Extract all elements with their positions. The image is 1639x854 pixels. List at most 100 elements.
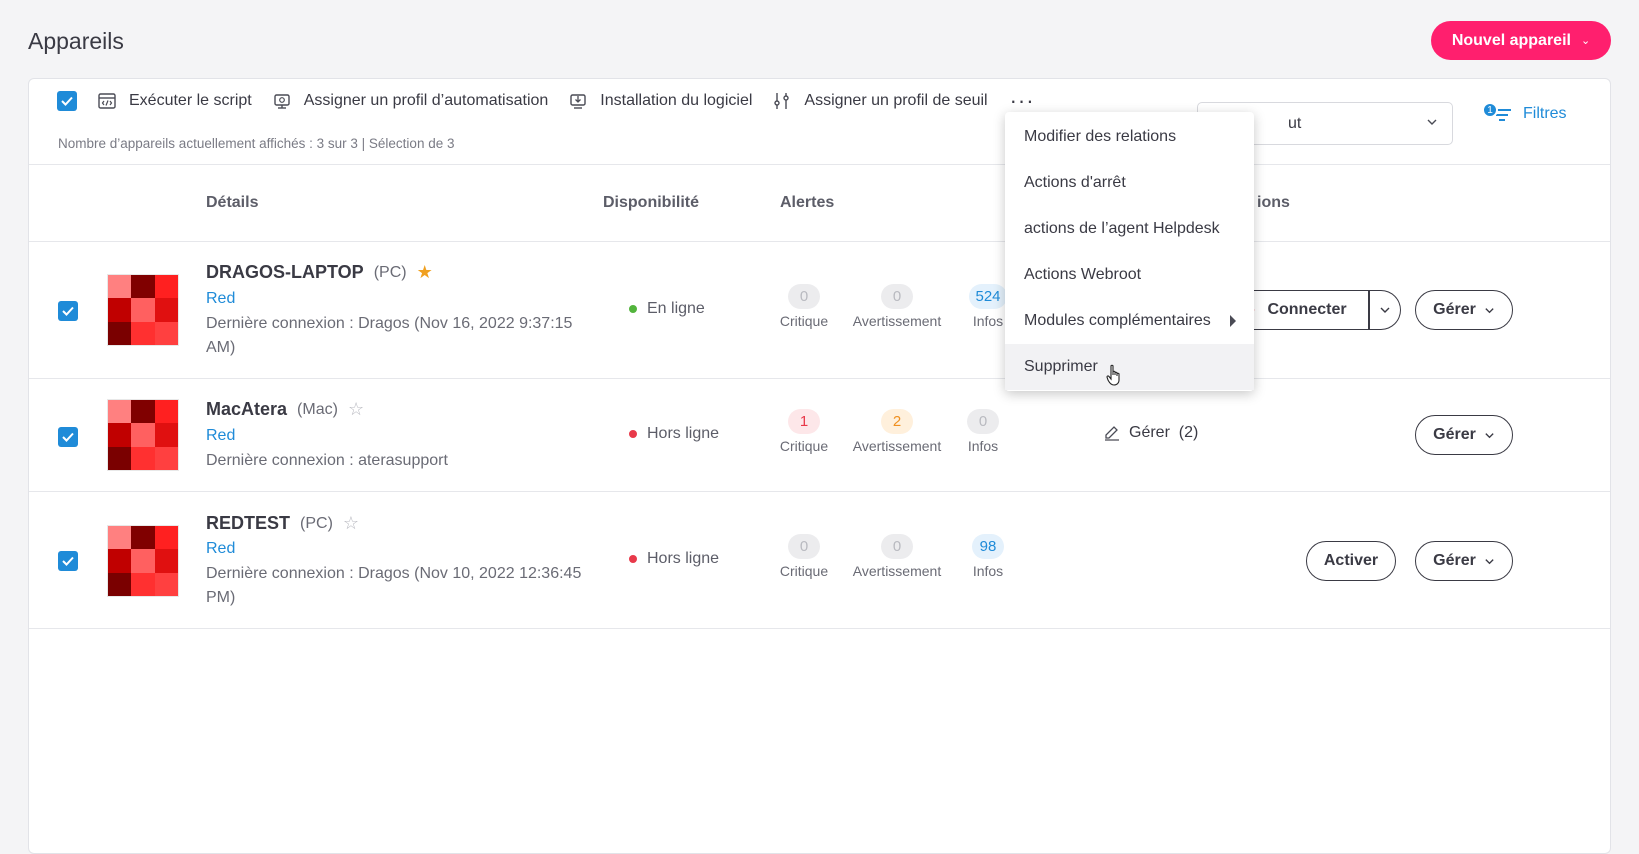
avatar-cell	[131, 321, 155, 345]
filters-count-badge: 1	[1482, 102, 1498, 118]
warning-count: 0	[881, 534, 913, 559]
assign-automation-profile-button[interactable]: Assigner un profil d’automatisation	[272, 91, 549, 111]
device-name-text: DRAGOS-LAPTOP	[206, 262, 364, 282]
device-name[interactable]: DRAGOS-LAPTOP (PC) ★	[206, 262, 433, 283]
table-row[interactable]: DRAGOS-LAPTOP (PC) ★ Red Dernière connex…	[29, 242, 1610, 379]
activate-button[interactable]: Activer	[1306, 541, 1396, 581]
column-header-availability: Disponibilité	[603, 194, 699, 211]
device-name[interactable]: REDTEST (PC) ☆	[206, 513, 359, 534]
chevron-down-icon	[1427, 119, 1437, 125]
device-group-link[interactable]: Red	[206, 290, 235, 308]
connect-label: Connecter	[1267, 301, 1347, 318]
avatar-cell	[108, 446, 132, 470]
warning-count: 0	[881, 284, 913, 309]
info-alerts[interactable]: 0 Infos	[957, 409, 1009, 454]
filters-button[interactable]: 1 Filtres	[1482, 102, 1567, 123]
avatar-cell	[131, 572, 155, 596]
run-script-button[interactable]: Exécuter le script	[97, 91, 252, 111]
more-actions-button[interactable]: ···	[1010, 90, 1035, 112]
divider	[29, 164, 1610, 165]
assign-threshold-profile-label: Assigner un profil de seuil	[804, 92, 988, 109]
device-os: (PC)	[373, 263, 407, 281]
run-script-label: Exécuter le script	[129, 92, 252, 109]
chevron-down-icon	[1380, 307, 1389, 313]
menu-item-addons-label: Modules complémentaires	[1024, 312, 1211, 329]
device-name[interactable]: MacAtera (Mac) ☆	[206, 399, 364, 420]
manage-button[interactable]: Gérer	[1415, 541, 1513, 581]
avatar-cell	[108, 400, 132, 424]
avatar-cell	[131, 275, 155, 299]
critical-count: 0	[788, 284, 820, 309]
script-icon	[98, 93, 116, 109]
info-label: Infos	[972, 563, 1004, 579]
select-all-checkbox[interactable]	[57, 91, 77, 111]
manage-label: Gérer	[1433, 552, 1476, 569]
menu-item-webroot-actions[interactable]: Actions Webroot	[1005, 252, 1254, 298]
activate-label: Activer	[1323, 552, 1379, 569]
avatar-cell	[108, 572, 132, 596]
menu-item-helpdesk-agent-actions[interactable]: actions de l’agent Helpdesk	[1005, 206, 1254, 252]
info-count: 98	[972, 534, 1004, 559]
avatar-cell	[154, 298, 178, 322]
menu-item-addons[interactable]: Modules complémentaires	[1005, 298, 1254, 344]
menu-item-shutdown-actions[interactable]: Actions d'arrêt	[1005, 160, 1254, 206]
info-count: 524	[969, 284, 1007, 309]
device-group-link[interactable]: Red	[206, 427, 235, 445]
warning-alerts[interactable]: 2 Avertissement	[849, 409, 945, 454]
new-device-label: Nouvel appareil	[1451, 31, 1571, 49]
warning-alerts[interactable]: 0 Avertissement	[849, 284, 945, 329]
threshold-icon	[774, 93, 790, 109]
critical-alerts[interactable]: 0 Critique	[778, 284, 830, 329]
menu-item-delete[interactable]: Supprimer	[1005, 344, 1254, 390]
avatar-cell	[131, 298, 155, 322]
last-login-text: Dernière connexion : Dragos (Nov 10, 202…	[206, 565, 582, 606]
row-checkbox[interactable]	[58, 551, 78, 571]
connect-dropdown-button[interactable]	[1369, 290, 1401, 330]
column-header-details: Détails	[206, 194, 259, 211]
manage-button[interactable]: Gérer	[1415, 415, 1513, 455]
submenu-arrow-icon	[1230, 315, 1236, 327]
avatar-cell	[154, 446, 178, 470]
hand-cursor-icon	[1106, 364, 1120, 386]
manage-button[interactable]: Gérer	[1415, 290, 1513, 330]
new-device-button[interactable]: Nouvel appareil ⌄	[1431, 21, 1611, 60]
last-login-text: Dernière connexion : Dragos (Nov 16, 202…	[206, 315, 573, 356]
manage-alerts-link[interactable]: Gérer (2)	[1103, 424, 1198, 442]
warning-alerts[interactable]: 0 Avertissement	[849, 534, 945, 579]
software-install-button[interactable]: Installation du logiciel	[568, 91, 752, 111]
info-alerts[interactable]: 98 Infos	[962, 534, 1014, 579]
device-os: (PC)	[300, 514, 333, 532]
status-dot-icon	[629, 555, 637, 563]
check-icon	[62, 306, 74, 316]
row-checkbox[interactable]	[58, 427, 78, 447]
chevron-down-icon	[1485, 432, 1494, 438]
status-text: En ligne	[647, 300, 705, 317]
row-checkbox[interactable]	[58, 301, 78, 321]
software-install-label: Installation du logiciel	[600, 92, 753, 109]
table-row[interactable]: REDTEST (PC) ☆ Red Dernière connexion : …	[29, 492, 1610, 629]
device-os: (Mac)	[297, 400, 338, 418]
manage-alerts-label: Gérer (2)	[1129, 424, 1199, 441]
status-dot-icon	[629, 305, 637, 313]
assign-automation-profile-label: Assigner un profil d’automatisation	[303, 92, 549, 109]
critical-label: Critique	[779, 313, 829, 329]
favorite-star-icon[interactable]: ★	[417, 262, 433, 283]
avatar-cell	[131, 549, 155, 573]
avatar-cell	[154, 400, 178, 424]
table-row[interactable]: MacAtera (Mac) ☆ Red Dernière connexion …	[29, 379, 1610, 491]
device-count-text: Nombre d’appareils actuellement affichés…	[58, 136, 455, 151]
critical-alerts[interactable]: 0 Critique	[778, 534, 830, 579]
favorite-star-icon[interactable]: ☆	[343, 513, 359, 534]
menu-item-modify-relations[interactable]: Modifier des relations	[1005, 114, 1254, 160]
device-group-link[interactable]: Red	[206, 540, 235, 558]
device-name-text: MacAtera	[206, 399, 288, 419]
info-count: 0	[967, 409, 999, 434]
critical-label: Critique	[779, 438, 829, 454]
assign-threshold-profile-button[interactable]: Assigner un profil de seuil	[772, 91, 988, 111]
avatar-cell	[108, 549, 132, 573]
critical-alerts[interactable]: 1 Critique	[778, 409, 830, 454]
warning-label: Avertissement	[852, 313, 942, 329]
filters-label: Filtres	[1523, 105, 1567, 122]
avatar-cell	[108, 298, 132, 322]
favorite-star-icon[interactable]: ☆	[348, 399, 364, 420]
